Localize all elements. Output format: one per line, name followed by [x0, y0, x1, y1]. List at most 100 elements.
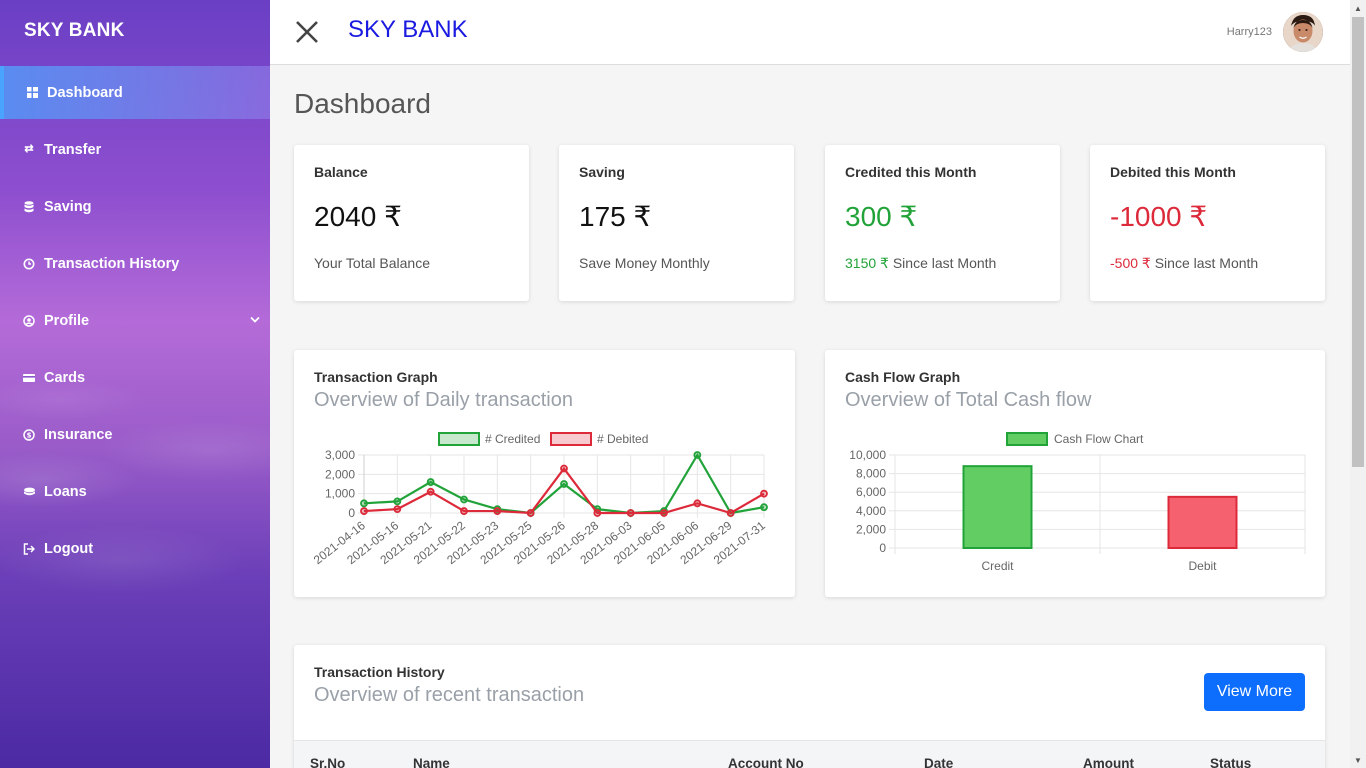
topbar-title: SKY BANK — [348, 16, 468, 43]
debited-card: Debited this Month -1000 ₹ -500 ₹ Since … — [1090, 145, 1325, 301]
logout-icon — [22, 542, 36, 556]
username[interactable]: Harry123 — [1227, 26, 1272, 38]
sidebar-item-saving[interactable]: Saving — [0, 180, 270, 233]
sidebar-item-transaction-history[interactable]: Transaction History — [0, 237, 270, 290]
sidebar-item-label: Cards — [44, 369, 86, 386]
history-header: Transaction History Overview of recent t… — [314, 664, 584, 707]
sidebar-item-logout[interactable]: Logout — [0, 522, 270, 575]
transaction-line-chart: # Credited # Debited3,0002,0001,00002021-… — [311, 432, 768, 567]
page-title: Dashboard — [294, 88, 431, 119]
stat-title: Balance — [314, 164, 368, 180]
sidebar-item-label: Insurance — [44, 426, 113, 443]
column-header-status[interactable]: Status — [1210, 756, 1251, 768]
cash-flow-bar-chart: Cash Flow Chart 10,000 8,000 6,000 4,000 2,00… — [849, 432, 1306, 573]
data-point — [426, 478, 435, 486]
scroll-thumb[interactable] — [1352, 17, 1364, 467]
stat-title: Credited this Month — [845, 164, 977, 180]
history-icon — [22, 257, 36, 271]
data-point — [693, 499, 702, 508]
data-point — [493, 507, 502, 515]
coins-icon — [22, 485, 36, 499]
column-header-date[interactable]: Date — [924, 756, 953, 768]
column-header-name[interactable]: Name — [413, 756, 450, 768]
stat-sub-highlight: -500 ₹ — [1110, 255, 1151, 271]
stat-sub: 3150 ₹ Since last Month — [845, 255, 1040, 272]
x-tick-label: Credit — [981, 559, 1014, 573]
data-point — [593, 509, 602, 517]
stat-sub-text: Save Money Monthly — [579, 255, 710, 271]
credit-card-icon — [22, 371, 36, 385]
y-tick-label: 10,000 — [849, 448, 886, 462]
sidebar-item-label: Loans — [44, 483, 87, 500]
y-tick-label: 2,000 — [325, 467, 355, 481]
sidebar-nav: Dashboard ⇄ Transfer Saving Transaction … — [0, 66, 270, 579]
sidebar-item-label: Transfer — [44, 141, 102, 158]
data-point — [393, 505, 402, 514]
scroll-down-arrow-icon[interactable]: ▼ — [1350, 752, 1366, 768]
column-header-account-no[interactable]: Account No — [728, 756, 804, 768]
legend-swatch — [438, 432, 480, 446]
y-tick-label: 8,000 — [856, 467, 886, 481]
transaction-graph-card: Transaction Graph Overview of Daily tran… — [294, 350, 795, 597]
transfer-icon: ⇄ — [24, 143, 34, 155]
svg-text:$: $ — [27, 431, 32, 439]
sidebar-item-profile[interactable]: Profile — [0, 294, 270, 347]
sidebar-item-transfer[interactable]: ⇄ Transfer — [0, 123, 270, 176]
stat-title: Saving — [579, 164, 625, 180]
y-tick-label: 0 — [348, 506, 355, 520]
data-point — [760, 503, 768, 512]
history-title: Transaction History — [314, 664, 445, 680]
user-circle-icon — [22, 314, 36, 328]
bar-debit — [1167, 495, 1238, 549]
stat-value: 300 ₹ — [845, 201, 918, 232]
sidebar-brand[interactable]: SKY BANK — [24, 20, 125, 42]
data-point — [460, 507, 468, 515]
chart-subtitle: Overview of Total Cash flow — [845, 389, 1092, 411]
sidebar-item-label: Transaction History — [44, 255, 180, 272]
legend-swatch — [550, 432, 592, 446]
sidebar-item-loans[interactable]: Loans — [0, 465, 270, 518]
data-point — [426, 487, 435, 496]
legend-label: # Credited — [485, 432, 540, 446]
stat-sub-highlight: 3150 ₹ — [845, 255, 889, 271]
data-point — [460, 495, 468, 504]
balance-card: Balance 2040 ₹ Your Total Balance — [294, 145, 529, 301]
stat-sub: -500 ₹ Since last Month — [1110, 255, 1305, 272]
stat-sub-text: Since last Month — [1150, 255, 1259, 271]
database-icon — [22, 200, 36, 214]
page-scrollbar[interactable]: ▲ ▼ — [1350, 0, 1366, 768]
data-point — [526, 509, 535, 517]
sidebar-item-label: Logout — [44, 540, 94, 557]
sidebar-item-label: Saving — [44, 198, 92, 215]
y-tick-label: 1,000 — [325, 487, 355, 501]
saving-card: Saving 175 ₹ Save Money Monthly — [559, 145, 794, 301]
y-tick-label: 2,000 — [856, 522, 886, 536]
sidebar-item-dashboard[interactable]: Dashboard — [0, 66, 270, 119]
sidebar-item-label: Profile — [44, 312, 90, 329]
stat-value: 175 ₹ — [579, 201, 652, 232]
stat-sub-text: Your Total Balance — [314, 255, 430, 271]
column-header-amount[interactable]: Amount — [1083, 756, 1134, 768]
rupee-circle-icon: $ — [22, 428, 36, 442]
data-point — [726, 509, 735, 517]
stat-sub-text: Since last Month — [888, 255, 997, 271]
history-subtitle: Overview of recent transaction — [314, 684, 585, 706]
sidebar-item-cards[interactable]: Cards — [0, 351, 270, 404]
data-point — [660, 509, 668, 517]
credited-card: Credited this Month 300 ₹ 3150 ₹ Since l… — [825, 145, 1060, 301]
avatar[interactable] — [1283, 12, 1323, 52]
close-icon[interactable] — [294, 14, 320, 48]
view-more-button[interactable]: View More — [1204, 673, 1305, 711]
topbar: SKY BANK Harry123 — [270, 0, 1350, 65]
sidebar-item-insurance[interactable]: $ Insurance — [0, 408, 270, 461]
chart-title: Transaction Graph — [314, 369, 438, 385]
bar-credit — [962, 465, 1033, 549]
data-point — [360, 507, 368, 515]
scroll-up-arrow-icon[interactable]: ▲ — [1350, 0, 1366, 16]
chevron-down-icon[interactable] — [250, 315, 260, 326]
column-header-sr-no[interactable]: Sr.No — [310, 756, 345, 768]
sidebar-item-label: Dashboard — [47, 84, 123, 101]
y-tick-label: 4,000 — [856, 504, 886, 518]
data-point — [360, 499, 368, 508]
data-point — [693, 451, 702, 459]
